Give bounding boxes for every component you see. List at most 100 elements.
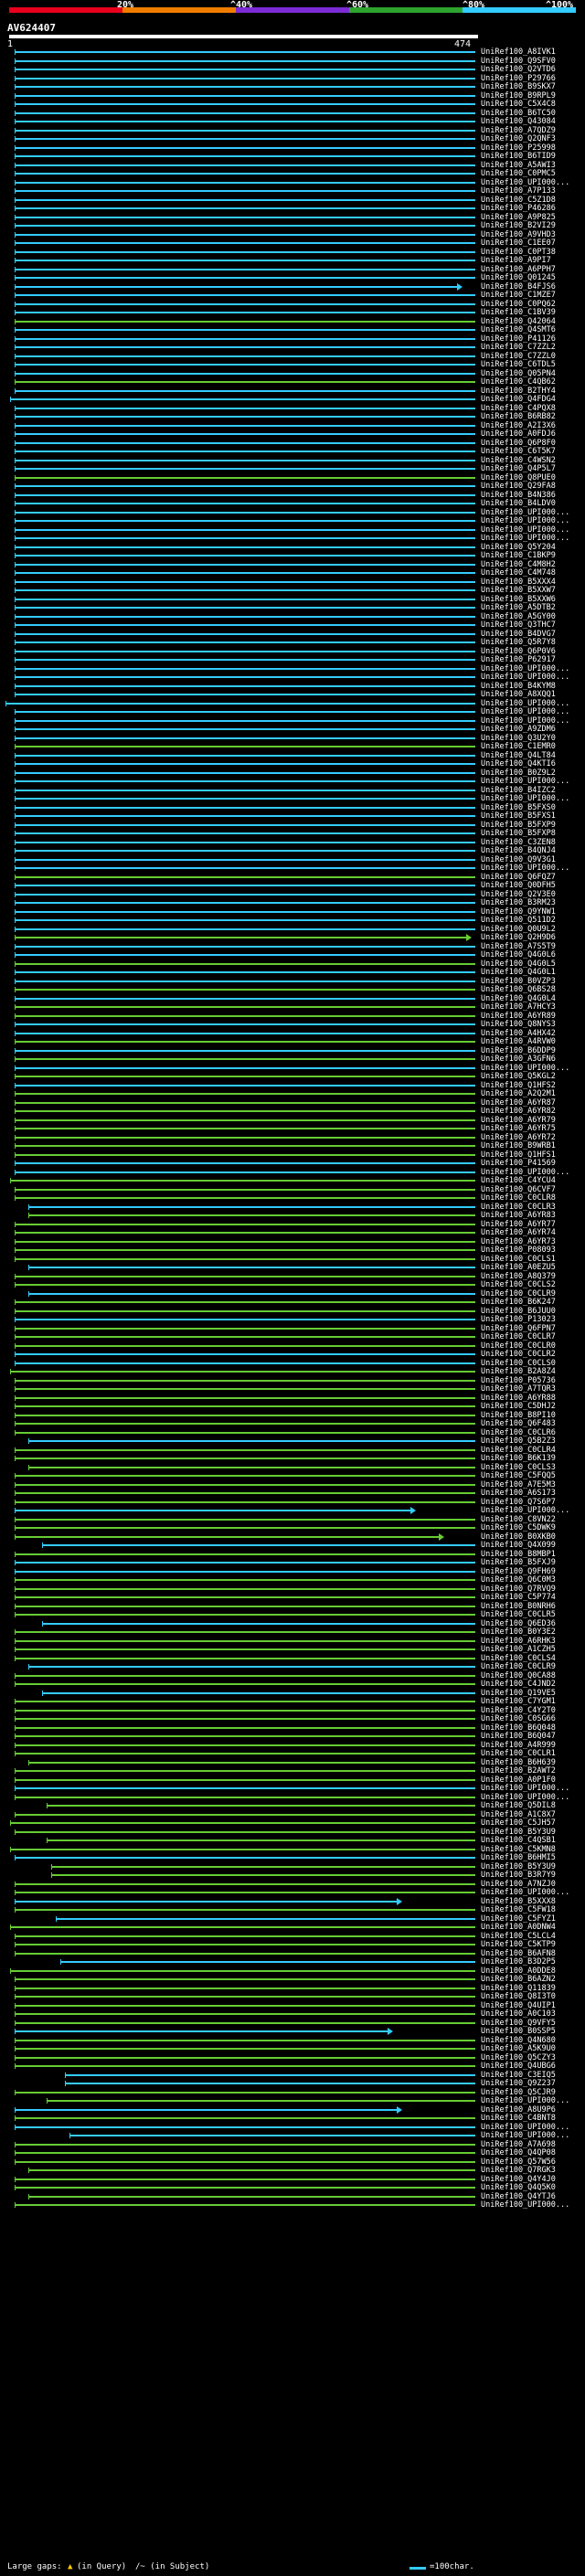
- hit-row[interactable]: UniRef100_Q42064: [0, 317, 585, 326]
- hit-row[interactable]: UniRef100_UPI000...: [0, 1168, 585, 1177]
- hit-row[interactable]: UniRef100_A6YR82: [0, 1107, 585, 1116]
- hit-row[interactable]: UniRef100_Q3THC7: [0, 620, 585, 630]
- hit-row[interactable]: UniRef100_C5FQQ5: [0, 1471, 585, 1480]
- hit-label[interactable]: UniRef100_B4QNJ4: [481, 846, 556, 855]
- hit-row[interactable]: UniRef100_Q4QP08: [0, 2148, 585, 2157]
- hit-label[interactable]: UniRef100_Q7S6P7: [481, 1498, 556, 1507]
- hit-label[interactable]: UniRef100_Q9VFY5: [481, 2019, 556, 2028]
- hit-label[interactable]: UniRef100_B6TID9: [481, 152, 556, 161]
- hit-label[interactable]: UniRef100_P62917: [481, 655, 556, 664]
- hit-row[interactable]: UniRef100_Q8PUE0: [0, 473, 585, 482]
- hit-row[interactable]: UniRef100_Q4G0L5: [0, 959, 585, 969]
- hit-label[interactable]: UniRef100_A8IVK1: [481, 48, 556, 57]
- hit-label[interactable]: UniRef100_B0Z9L2: [481, 769, 556, 778]
- hit-label[interactable]: UniRef100_Q9V3G1: [481, 855, 556, 864]
- hit-label[interactable]: UniRef100_A6YR73: [481, 1237, 556, 1246]
- hit-row[interactable]: UniRef100_C1BV39: [0, 308, 585, 317]
- hit-row[interactable]: UniRef100_B0Z9L2: [0, 769, 585, 778]
- hit-label[interactable]: UniRef100_C0CLR2: [481, 1350, 556, 1359]
- hit-label[interactable]: UniRef100_UPI000...: [481, 178, 569, 187]
- hit-row[interactable]: UniRef100_B6HMI5: [0, 1853, 585, 1862]
- hit-row[interactable]: UniRef100_B3R7Y9: [0, 1871, 585, 1880]
- hit-label[interactable]: UniRef100_Q5R7Y8: [481, 638, 556, 647]
- hit-label[interactable]: UniRef100_Q01245: [481, 273, 556, 282]
- hit-label[interactable]: UniRef100_A9ZDM6: [481, 725, 556, 734]
- hit-label[interactable]: UniRef100_A6YR77: [481, 1220, 556, 1229]
- hit-label[interactable]: UniRef100_Q6P8F0: [481, 439, 556, 448]
- hit-row[interactable]: UniRef100_C0PT38: [0, 248, 585, 257]
- hit-row[interactable]: UniRef100_UPI000...: [0, 794, 585, 803]
- hit-row[interactable]: UniRef100_B0NRH6: [0, 1602, 585, 1611]
- hit-label[interactable]: UniRef100_C4Y2T0: [481, 1706, 556, 1715]
- hit-label[interactable]: UniRef100_P29766: [481, 74, 556, 83]
- hit-row[interactable]: UniRef100_P13023: [0, 1315, 585, 1324]
- hit-label[interactable]: UniRef100_Q6ED36: [481, 1619, 556, 1628]
- hit-label[interactable]: UniRef100_C0CLR6: [481, 1428, 556, 1437]
- hit-label[interactable]: UniRef100_C1MZE7: [481, 291, 556, 300]
- hit-row[interactable]: UniRef100_Q4YTJ6: [0, 2192, 585, 2201]
- hit-row[interactable]: UniRef100_Q0U9L2: [0, 925, 585, 934]
- hit-label[interactable]: UniRef100_A6YR88: [481, 1394, 556, 1403]
- hit-row[interactable]: UniRef100_B6AZN2: [0, 1975, 585, 1984]
- hit-row[interactable]: UniRef100_Q6FPN7: [0, 1324, 585, 1333]
- hit-label[interactable]: UniRef100_A1CZH5: [481, 1645, 556, 1654]
- hit-label[interactable]: UniRef100_Q2V3E0: [481, 890, 556, 899]
- hit-row[interactable]: UniRef100_B6H639: [0, 1758, 585, 1767]
- hit-label[interactable]: UniRef100_B0VZP3: [481, 977, 556, 986]
- hit-label[interactable]: UniRef100_Q6BS28: [481, 985, 556, 994]
- hit-row[interactable]: UniRef100_B5XXW7: [0, 586, 585, 595]
- hit-label[interactable]: UniRef100_Q3U2Y0: [481, 734, 556, 743]
- hit-row[interactable]: UniRef100_B2VI29: [0, 221, 585, 230]
- hit-label[interactable]: UniRef100_B2A8Z4: [481, 1367, 556, 1376]
- hit-label[interactable]: UniRef100_A7NZJ0: [481, 1880, 556, 1889]
- hit-row[interactable]: UniRef100_A7HCY3: [0, 1002, 585, 1012]
- hit-label[interactable]: UniRef100_UPI000...: [481, 2096, 569, 2105]
- hit-row[interactable]: UniRef100_Q4Y4J0: [0, 2175, 585, 2184]
- hit-row[interactable]: UniRef100_A6YR77: [0, 1220, 585, 1229]
- hit-row[interactable]: UniRef100_B9WRB1: [0, 1141, 585, 1150]
- hit-row[interactable]: UniRef100_C8VN22: [0, 1515, 585, 1524]
- hit-label[interactable]: UniRef100_A5AWI3: [481, 161, 556, 170]
- hit-row[interactable]: UniRef100_Q5CJR9: [0, 2088, 585, 2097]
- hit-row[interactable]: UniRef100_C5FYZ1: [0, 1914, 585, 1924]
- hit-label[interactable]: UniRef100_B6HMI5: [481, 1853, 556, 1862]
- hit-label[interactable]: UniRef100_UPI000...: [481, 1888, 569, 1897]
- hit-row[interactable]: UniRef100_A8IVK1: [0, 48, 585, 57]
- hit-row[interactable]: UniRef100_Q6F483: [0, 1419, 585, 1428]
- hit-row[interactable]: UniRef100_Q0CA88: [0, 1671, 585, 1680]
- hit-label[interactable]: UniRef100_B6JUU0: [481, 1307, 556, 1316]
- hit-label[interactable]: UniRef100_C5FYZ1: [481, 1914, 556, 1924]
- hit-label[interactable]: UniRef100_B5FXS1: [481, 811, 556, 821]
- hit-row[interactable]: UniRef100_Q57W56: [0, 2157, 585, 2167]
- hit-row[interactable]: UniRef100_C1EMR0: [0, 742, 585, 751]
- hit-label[interactable]: UniRef100_C0CLR3: [481, 1203, 556, 1212]
- hit-label[interactable]: UniRef100_Q9Z237: [481, 2079, 556, 2088]
- hit-label[interactable]: UniRef100_Q7RGK3: [481, 2166, 556, 2175]
- hit-label[interactable]: UniRef100_C7YGM1: [481, 1697, 556, 1706]
- hit-label[interactable]: UniRef100_C0PQ62: [481, 300, 556, 309]
- hit-row[interactable]: UniRef100_Q4SMT6: [0, 325, 585, 334]
- hit-label[interactable]: UniRef100_A7E5M3: [481, 1480, 556, 1489]
- hit-row[interactable]: UniRef100_Q5B2Z3: [0, 1436, 585, 1446]
- hit-label[interactable]: UniRef100_B9RPL9: [481, 91, 556, 101]
- hit-label[interactable]: UniRef100_C4M748: [481, 568, 556, 578]
- hit-row[interactable]: UniRef100_C1EE07: [0, 239, 585, 248]
- hit-row[interactable]: UniRef100_A8U9P6: [0, 2105, 585, 2115]
- hit-label[interactable]: UniRef100_UPI000...: [481, 699, 569, 708]
- hit-label[interactable]: UniRef100_B4N386: [481, 491, 556, 500]
- hit-row[interactable]: UniRef100_Q9FH69: [0, 1567, 585, 1576]
- hit-row[interactable]: UniRef100_B6K247: [0, 1298, 585, 1307]
- hit-label[interactable]: UniRef100_C4YCU4: [481, 1176, 556, 1185]
- hit-label[interactable]: UniRef100_A5K9U0: [481, 2044, 556, 2053]
- hit-row[interactable]: UniRef100_C5DHJ2: [0, 1402, 585, 1411]
- hit-label[interactable]: UniRef100_C5JH57: [481, 1818, 556, 1828]
- hit-label[interactable]: UniRef100_C4BNT8: [481, 2114, 556, 2123]
- hit-row[interactable]: UniRef100_A0DDE8: [0, 1966, 585, 1976]
- hit-row[interactable]: UniRef100_B5FXS0: [0, 803, 585, 812]
- hit-row[interactable]: UniRef100_Q11839: [0, 1984, 585, 1993]
- hit-label[interactable]: UniRef100_C0CLR5: [481, 1610, 556, 1619]
- hit-label[interactable]: UniRef100_B6K247: [481, 1298, 556, 1307]
- hit-label[interactable]: UniRef100_A2Q2M1: [481, 1089, 556, 1098]
- hit-row[interactable]: UniRef100_C7YGM1: [0, 1697, 585, 1706]
- hit-row[interactable]: UniRef100_Q5R7Y8: [0, 638, 585, 647]
